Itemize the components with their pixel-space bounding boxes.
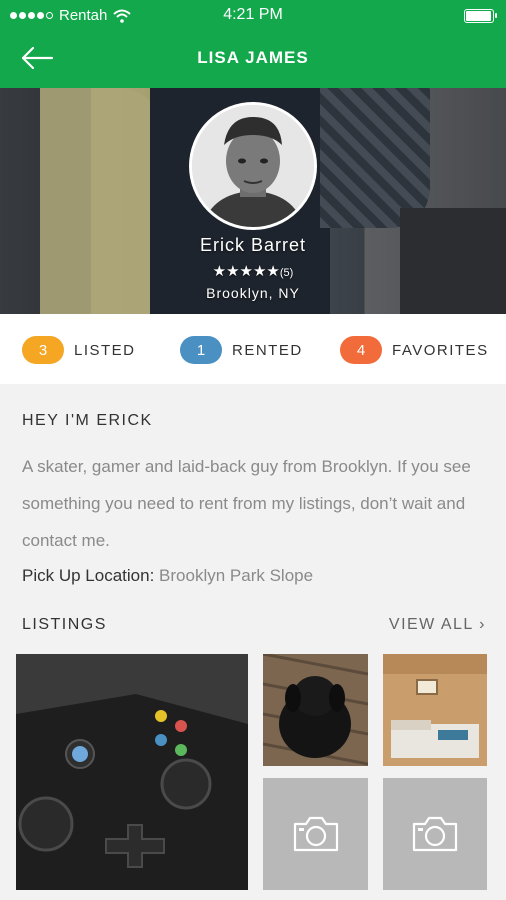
- stat-listed[interactable]: 3 LISTED: [22, 336, 136, 364]
- profile-name: Erick Barret: [199, 235, 307, 255]
- stat-rented[interactable]: 1 RENTED: [180, 336, 303, 364]
- status-bar: Rentah 4:21 PM: [0, 0, 506, 32]
- top-bar: Rentah 4:21 PM LISA JAMES: [0, 0, 506, 88]
- profile-content: HEY I'M ERICK A skater, gamer and laid-b…: [0, 384, 506, 900]
- listing-placeholder-1[interactable]: [263, 778, 368, 890]
- favorites-count-badge: 4: [340, 336, 382, 364]
- listing-tile-controller[interactable]: [16, 654, 248, 890]
- view-all-link[interactable]: VIEW ALL ›: [389, 616, 486, 634]
- star-icons: ★★★★★: [212, 263, 280, 280]
- profile-hero: Erick Barret ★★★★★(5) Brooklyn, NY: [0, 88, 506, 314]
- stats-bar: 3 LISTED 1 RENTED 4 FAVORITES: [0, 314, 506, 384]
- listings-heading: LISTINGS: [22, 616, 107, 633]
- listing-tile-bed[interactable]: [383, 654, 487, 766]
- battery-icon: [464, 9, 497, 23]
- rating-stars: ★★★★★(5): [0, 262, 506, 280]
- about-heading: HEY I'M ERICK: [22, 412, 153, 429]
- rented-label: RENTED: [232, 341, 303, 359]
- favorites-label: FAVORITES: [392, 341, 489, 359]
- pickup-label: Pick Up Location:: [22, 566, 155, 585]
- listing-placeholder-2[interactable]: [383, 778, 487, 890]
- status-time: 4:21 PM: [223, 6, 283, 23]
- profile-location: Brooklyn, NY: [206, 285, 300, 301]
- page-title: LISA JAMES: [197, 48, 309, 67]
- listed-count-badge: 3: [22, 336, 64, 364]
- rented-count-badge: 1: [180, 336, 222, 364]
- listing-tile-dog[interactable]: [263, 654, 368, 766]
- camera-icon: [412, 816, 458, 852]
- camera-icon: [293, 816, 338, 852]
- avatar[interactable]: [189, 102, 317, 230]
- pickup-value: Brooklyn Park Slope: [159, 566, 314, 585]
- pickup-location: Pick Up Location: Brooklyn Park Slope: [22, 566, 313, 586]
- bio-text: A skater, gamer and laid-back guy from B…: [22, 457, 471, 550]
- rating-count: (5): [279, 267, 294, 279]
- nav-bar: LISA JAMES: [0, 32, 506, 88]
- stat-favorites[interactable]: 4 FAVORITES: [340, 336, 489, 364]
- listed-label: LISTED: [74, 341, 136, 359]
